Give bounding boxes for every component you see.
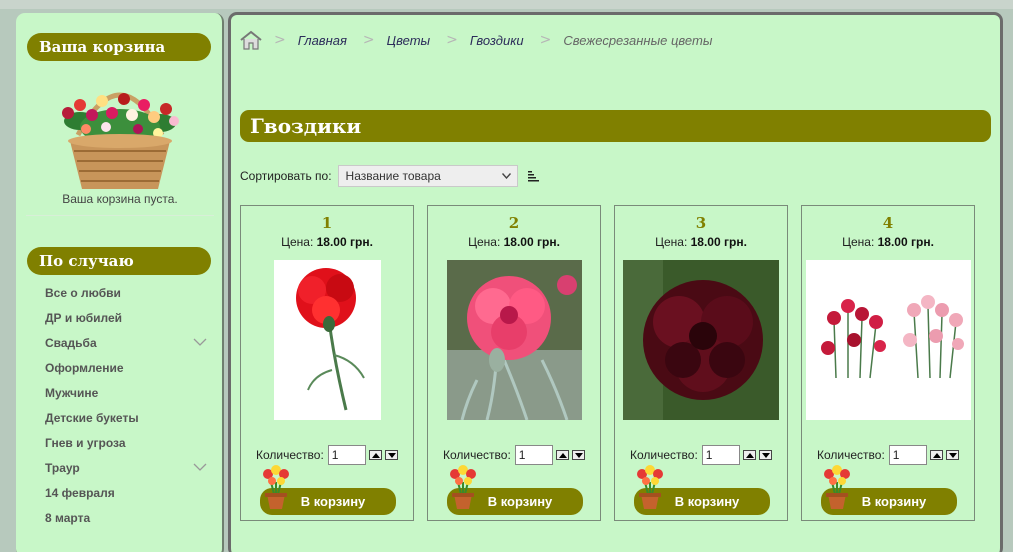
menu-item[interactable]: 14 февраля [45, 485, 215, 510]
breadcrumb: > Главная > Цветы > Гвоздики > Свежесрез… [240, 29, 712, 51]
sort-select[interactable]: Название товара [337, 165, 518, 187]
product-card: 3 Цена: 18.00 грн. Количество: 1 В корзи… [614, 205, 788, 521]
product-price: Цена: 18.00 грн. [842, 235, 934, 249]
menu-item[interactable]: Гнев и угроза [45, 435, 215, 460]
menu-item[interactable]: Траур [45, 460, 215, 485]
arrow-down-icon [948, 453, 957, 458]
menu-item[interactable]: Все о любви [45, 285, 215, 310]
cart-heading: Ваша корзина [27, 33, 211, 61]
cart-status: Ваша корзина пуста. [62, 192, 178, 206]
product-name[interactable]: 2 [428, 214, 600, 232]
breadcrumb-link-home[interactable]: Главная [298, 33, 347, 48]
product-card: 4 Цена: 18.00 грн. Количество: 1 В корзи… [801, 205, 975, 521]
menu-item[interactable]: Оформление [45, 360, 215, 385]
quantity-up-button[interactable] [929, 450, 943, 460]
product-card: 1 Цена: 18.00 грн. Количество: 1 В корзи… [240, 205, 414, 521]
quantity-up-button[interactable] [742, 450, 756, 460]
top-strip [0, 0, 1013, 9]
quantity-input[interactable]: 1 [888, 445, 927, 465]
breadcrumb-separator: > [446, 32, 458, 48]
menu-item[interactable]: ДР и юбилей [45, 310, 215, 335]
product-image[interactable] [447, 260, 582, 420]
product-price: Цена: 18.00 грн. [281, 235, 373, 249]
product-name[interactable]: 4 [802, 214, 974, 232]
quantity-row: Количество: 1 [630, 445, 772, 465]
quantity-row: Количество: 1 [443, 445, 585, 465]
arrow-down-icon [761, 453, 770, 458]
quantity-down-button[interactable] [945, 450, 959, 460]
arrow-down-icon [574, 453, 583, 458]
quantity-down-button[interactable] [571, 450, 585, 460]
menu-item[interactable]: 8 марта [45, 510, 215, 535]
divider [26, 215, 214, 216]
menu-item[interactable]: Свадьба [45, 335, 215, 360]
chevron-down-icon [501, 173, 511, 179]
arrow-up-icon [932, 453, 941, 458]
sidebar: Ваша корзина Ваша корзина пуста. По случ… [16, 13, 224, 552]
product-image[interactable] [806, 260, 971, 420]
category-title: Гвоздики [240, 110, 991, 142]
product-image[interactable] [274, 260, 381, 420]
occasion-menu: Все о любви ДР и юбилей Свадьба Оформлен… [45, 285, 215, 535]
flower-pot-icon [824, 465, 850, 509]
flower-basket-image [62, 92, 179, 189]
chevron-down-icon[interactable] [193, 463, 207, 472]
product-price: Цена: 18.00 грн. [468, 235, 560, 249]
main-content: > Главная > Цветы > Гвоздики > Свежесрез… [228, 12, 1003, 552]
chevron-down-icon[interactable] [193, 338, 207, 347]
quantity-row: Количество: 1 [256, 445, 398, 465]
quantity-input[interactable]: 1 [514, 445, 553, 465]
sort-bar: Сортировать по: Название товара [240, 165, 540, 187]
occasion-heading: По случаю [27, 247, 211, 275]
menu-item[interactable]: Мужчине [45, 385, 215, 410]
menu-item[interactable]: Детские букеты [45, 410, 215, 435]
quantity-input[interactable]: 1 [327, 445, 366, 465]
breadcrumb-separator: > [362, 32, 375, 48]
breadcrumb-separator: > [274, 32, 286, 48]
breadcrumb-link-carnations[interactable]: Гвоздики [470, 33, 524, 48]
quantity-up-button[interactable] [555, 450, 569, 460]
product-card: 2 Цена: 18.00 грн. Количество: 1 В корзи… [427, 205, 601, 521]
quantity-input[interactable]: 1 [701, 445, 740, 465]
sort-label: Сортировать по: [240, 169, 332, 183]
arrow-down-icon [387, 453, 396, 458]
flower-pot-icon [637, 465, 663, 509]
quantity-row: Количество: 1 [817, 445, 959, 465]
product-price: Цена: 18.00 грн. [655, 235, 747, 249]
quantity-down-button[interactable] [758, 450, 772, 460]
arrow-up-icon [745, 453, 754, 458]
home-icon[interactable] [240, 30, 262, 50]
breadcrumb-current: Свежесрезанные цветы [563, 32, 713, 48]
product-image[interactable] [623, 260, 779, 420]
flower-pot-icon [263, 465, 289, 509]
quantity-down-button[interactable] [384, 450, 398, 460]
arrow-up-icon [371, 453, 380, 458]
breadcrumb-link-flowers[interactable]: Цветы [387, 33, 430, 48]
product-name[interactable]: 3 [615, 214, 787, 232]
quantity-up-button[interactable] [368, 450, 382, 460]
breadcrumb-separator: > [539, 32, 552, 48]
arrow-up-icon [558, 453, 567, 458]
product-name[interactable]: 1 [241, 214, 413, 232]
flower-pot-icon [450, 465, 476, 509]
sort-order-icon[interactable] [527, 170, 540, 182]
